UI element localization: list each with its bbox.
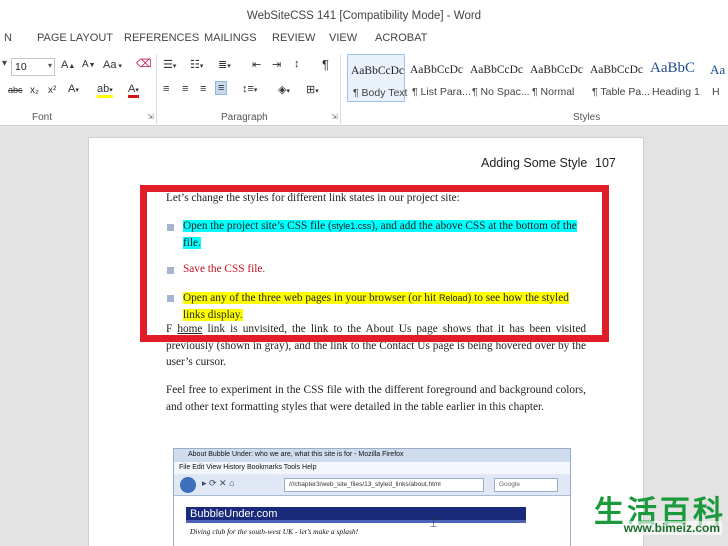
list-item-step-1[interactable]: Open the project site’s CSS file (style1…	[183, 218, 587, 251]
tab-insert[interactable]: N	[4, 32, 12, 44]
borders-icon[interactable]: ⊞▾	[306, 83, 319, 96]
multilevel-list-icon[interactable]: ≣▾	[218, 58, 231, 71]
align-right-icon[interactable]: ≡	[200, 83, 206, 95]
style-sample: AaBbCcDc	[410, 64, 464, 76]
decrease-indent-icon[interactable]: ⇤	[252, 58, 261, 71]
ribbon: ▾ 10 ▾ A▲ A▼ Aa ▾ ⌫ abc x₂ x² A▾ ab▾ A▾ …	[0, 48, 728, 126]
style-sample: AaBbCcDc	[470, 64, 524, 76]
style-sample: AaBbC	[650, 60, 695, 76]
style-name: ¶ Normal	[532, 86, 575, 98]
style-heading-1[interactable]: AaBbC Heading 1	[647, 54, 705, 102]
figure-window-title: About Bubble Under: who we are, what thi…	[174, 449, 570, 462]
increase-indent-icon[interactable]: ⇥	[272, 58, 281, 71]
browser-screenshot-figure: About Bubble Under: who we are, what thi…	[173, 448, 571, 546]
font-color-button[interactable]: A▾	[128, 83, 139, 98]
running-header-page-number: 107	[595, 156, 616, 170]
style-name: Heading 1	[652, 86, 700, 98]
grow-font-button[interactable]: A▲	[61, 59, 75, 71]
home-link-text: home	[177, 323, 203, 335]
ribbon-tabs: N PAGE LAYOUT REFERENCES MAILINGS REVIEW…	[0, 30, 728, 48]
strikethrough-button[interactable]: abc	[8, 85, 23, 95]
paragraph-dialog-launcher-icon[interactable]: ⇲	[331, 112, 338, 121]
figure-menu-bar: File Edit View History Bookmarks Tools H…	[174, 462, 570, 474]
style-sample: AaBbCcDc	[590, 64, 644, 76]
tab-review[interactable]: REVIEW	[272, 32, 315, 44]
style-sample: Aa	[710, 62, 726, 77]
style-table-paragraph[interactable]: AaBbCcDc ¶ Table Pa...	[587, 54, 650, 102]
list-item-step-2[interactable]: Save the CSS file.	[183, 261, 587, 278]
running-header-title: Adding Some Style	[481, 156, 588, 170]
chevron-down-icon: ▾	[47, 61, 52, 70]
change-case-button[interactable]: Aa ▾	[103, 59, 122, 71]
style-name: ¶ No Spac...	[472, 86, 530, 98]
styles-group-label: Styles	[573, 112, 601, 123]
show-formatting-button[interactable]: ¶	[322, 57, 329, 72]
styles-gallery: AaBbCcDc ¶ Body Text AaBbCcDc ¶ List Par…	[345, 52, 728, 104]
style-body-text[interactable]: AaBbCcDc ¶ Body Text	[347, 54, 408, 102]
style-heading-2[interactable]: Aa H	[707, 54, 728, 102]
text-cursor-icon: ⌶	[430, 516, 438, 530]
font-size-value: 10	[15, 61, 27, 73]
list-item-step-3[interactable]: Open any of the three web pages in your …	[183, 290, 587, 323]
font-group-label: Font	[32, 112, 53, 123]
shrink-font-button[interactable]: A▼	[82, 59, 96, 70]
style-list-paragraph[interactable]: AaBbCcDc ¶ List Para...	[407, 54, 471, 102]
style-normal[interactable]: AaBbCcDc ¶ Normal	[527, 54, 585, 102]
style-sample: AaBbCcDc	[530, 64, 584, 76]
subscript-button[interactable]: x₂	[30, 85, 39, 96]
group-divider	[156, 54, 157, 124]
intro-paragraph[interactable]: Let’s change the styles for different li…	[166, 190, 586, 207]
figure-nav-bar: ▸ ⟳ ✕ ⌂ ///chapter3/web_site_files/13_st…	[174, 474, 570, 496]
line-spacing-icon[interactable]: ↕≡▾	[242, 83, 257, 95]
back-arrow-icon	[180, 477, 196, 493]
style-name: H	[712, 86, 720, 98]
watermark: 生活百科 www.bimeiz.com	[530, 485, 728, 546]
tab-page-layout[interactable]: PAGE LAYOUT	[37, 32, 113, 44]
style-sample: AaBbCcDc	[351, 65, 405, 77]
figure-site-tagline: Diving club for the south-west UK - let’…	[190, 527, 359, 536]
align-center-icon[interactable]: ≡	[182, 83, 188, 95]
align-left-icon[interactable]: ≡	[163, 83, 169, 95]
window-title: WebSiteCSS 141 [Compatibility Mode] - Wo…	[246, 10, 482, 22]
highlight-color-icon[interactable]: ab▾	[97, 83, 113, 98]
numbering-icon[interactable]: ☷▾	[190, 58, 203, 71]
figure-description-paragraph[interactable]: F home link is unvisited, the link to th…	[166, 321, 586, 371]
font-name-dropdown-arrow[interactable]: ▾	[2, 58, 7, 69]
style-no-spacing[interactable]: AaBbCcDc ¶ No Spac...	[467, 54, 530, 102]
experiment-paragraph[interactable]: Feel free to experiment in the CSS file …	[166, 382, 586, 415]
tab-mailings[interactable]: MAILINGS	[204, 32, 257, 44]
bullets-icon[interactable]: ☰▾	[163, 58, 176, 71]
tab-references[interactable]: REFERENCES	[124, 32, 199, 44]
list-bullet	[167, 224, 174, 231]
style-name: ¶ Body Text	[353, 87, 408, 99]
tab-acrobat[interactable]: ACROBAT	[375, 32, 427, 44]
superscript-button[interactable]: x²	[48, 85, 56, 96]
watermark-url: www.bimeiz.com	[621, 521, 722, 535]
list-bullet	[167, 267, 174, 274]
text-effects-icon[interactable]: A▾	[68, 83, 79, 95]
shading-icon[interactable]: ◈▾	[278, 83, 290, 96]
group-divider	[340, 54, 341, 124]
style-name: ¶ List Para...	[412, 86, 471, 98]
justify-icon[interactable]: ≡	[215, 81, 228, 95]
document-canvas: Adding Some Style 107 Let’s change the s…	[0, 127, 728, 546]
paragraph-group-label: Paragraph	[221, 112, 268, 123]
title-bar: WebSiteCSS 141 [Compatibility Mode] - Wo…	[0, 0, 728, 30]
font-size-box[interactable]: 10 ▾	[11, 58, 55, 76]
reload-icon: ▸ ⟳ ✕ ⌂	[202, 478, 235, 488]
tab-view[interactable]: VIEW	[329, 32, 357, 44]
style-name: ¶ Table Pa...	[592, 86, 650, 98]
font-dialog-launcher-icon[interactable]: ⇲	[147, 112, 154, 121]
figure-site-banner: BubbleUnder.com	[186, 507, 526, 523]
list-bullet	[167, 295, 174, 302]
clear-formatting-icon[interactable]: ⌫	[136, 57, 152, 70]
sort-icon[interactable]: ↕	[294, 58, 300, 70]
figure-url-bar: ///chapter3/web_site_files/13_styled_lin…	[284, 478, 484, 492]
